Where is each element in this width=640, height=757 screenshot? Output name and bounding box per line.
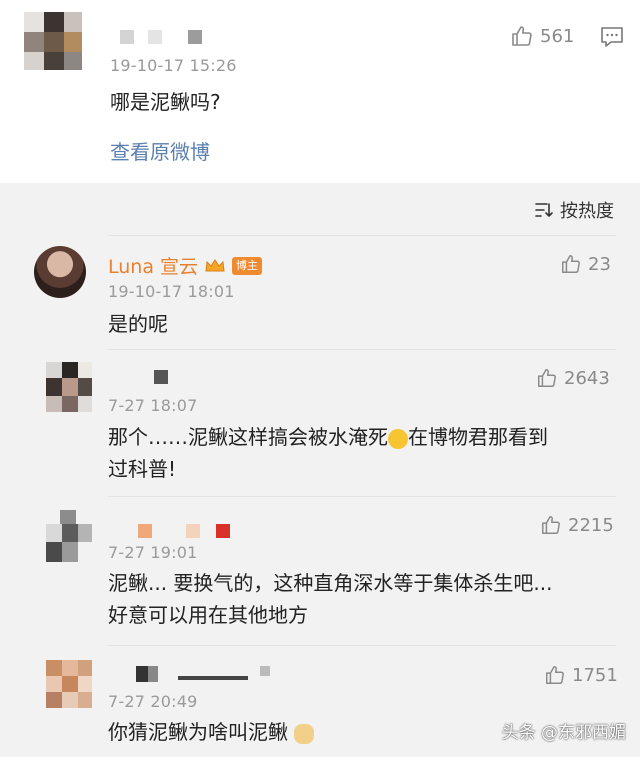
like-button[interactable]: 2215 (540, 514, 614, 536)
comment-text: 哪是泥鳅吗? (110, 90, 221, 114)
reply-timestamp: 7-27 20:49 (108, 692, 198, 711)
reply-text-line1: 你猜泥鳅为啥叫泥鳅 (108, 720, 288, 744)
comment-button[interactable] (600, 26, 624, 52)
avatar[interactable] (34, 246, 86, 298)
comment-icon (601, 27, 623, 47)
username-redacted (108, 522, 248, 540)
sort-icon (535, 203, 553, 217)
watermark-text: 头条 @东邪西媚 (501, 723, 626, 743)
like-button[interactable]: 561 (510, 24, 574, 48)
avatar[interactable] (24, 12, 82, 70)
view-original-link[interactable]: 查看原微博 (110, 136, 210, 165)
reply-timestamp: 7-27 18:07 (108, 396, 198, 415)
reply-timestamp: 19-10-17 18:01 (108, 282, 235, 301)
like-button[interactable]: 1751 (544, 664, 618, 686)
username-redacted (108, 368, 188, 386)
like-count: 23 (588, 253, 611, 275)
avatar[interactable] (46, 362, 92, 412)
top-comment-card: 19-10-17 15:26 哪是泥鳅吗? 查看原微博 561 (0, 0, 640, 183)
divider (108, 235, 616, 236)
comment-timestamp: 19-10-17 15:26 (110, 56, 237, 75)
username-redacted (108, 664, 278, 684)
divider (108, 645, 616, 646)
reply-text: 你猜泥鳅为啥叫泥鳅 (108, 716, 315, 748)
thumbs-up-icon (542, 516, 560, 534)
reply-text-line1b: 在博物君那看到 (408, 425, 548, 449)
reply-text: 是的呢 (108, 312, 168, 336)
avatar[interactable] (46, 510, 92, 562)
reply-text: 那个……泥鳅这样搞会被水淹死 在博物君那看到 过科普! (108, 421, 608, 485)
username-redacted (110, 28, 220, 46)
reply-text-line1: 泥鳅... 要换气的，这种直角深水等于集体杀生吧... (108, 571, 553, 595)
laugh-cry-emoji-icon (388, 428, 408, 449)
divider (108, 349, 616, 350)
avatar[interactable] (46, 660, 92, 708)
sort-label: 按热度 (560, 201, 614, 222)
crown-icon (205, 258, 225, 271)
sort-by-hot-button[interactable]: 按热度 (534, 197, 614, 223)
thumbs-up-icon (562, 255, 580, 273)
reply-text-line1: 那个……泥鳅这样搞会被水淹死 (108, 425, 388, 449)
like-count: 2643 (564, 367, 610, 389)
thumbs-up-icon (546, 666, 564, 684)
reply-author[interactable]: Luna 宣云 博主 (108, 252, 263, 279)
author-name: Luna 宣云 (108, 256, 199, 278)
divider (108, 496, 616, 497)
like-count: 1751 (572, 664, 618, 686)
like-button[interactable]: 23 (560, 253, 611, 275)
doge-emoji-icon (294, 723, 315, 744)
reply-text-line2: 过科普! (108, 457, 177, 481)
like-button[interactable]: 2643 (536, 367, 610, 389)
like-count: 561 (540, 25, 575, 47)
reply-text: 泥鳅... 要换气的，这种直角深水等于集体杀生吧... 好意可以用在其他地方 (108, 567, 628, 631)
reply-timestamp: 7-27 19:01 (108, 543, 198, 562)
thumbs-up-icon (512, 26, 532, 46)
thumbs-up-icon (538, 369, 556, 387)
author-badge: 博主 (232, 256, 263, 275)
watermark: 头条 @东邪西媚 (502, 718, 626, 743)
like-count: 2215 (568, 514, 614, 536)
reply-text-line2: 好意可以用在其他地方 (108, 603, 308, 627)
